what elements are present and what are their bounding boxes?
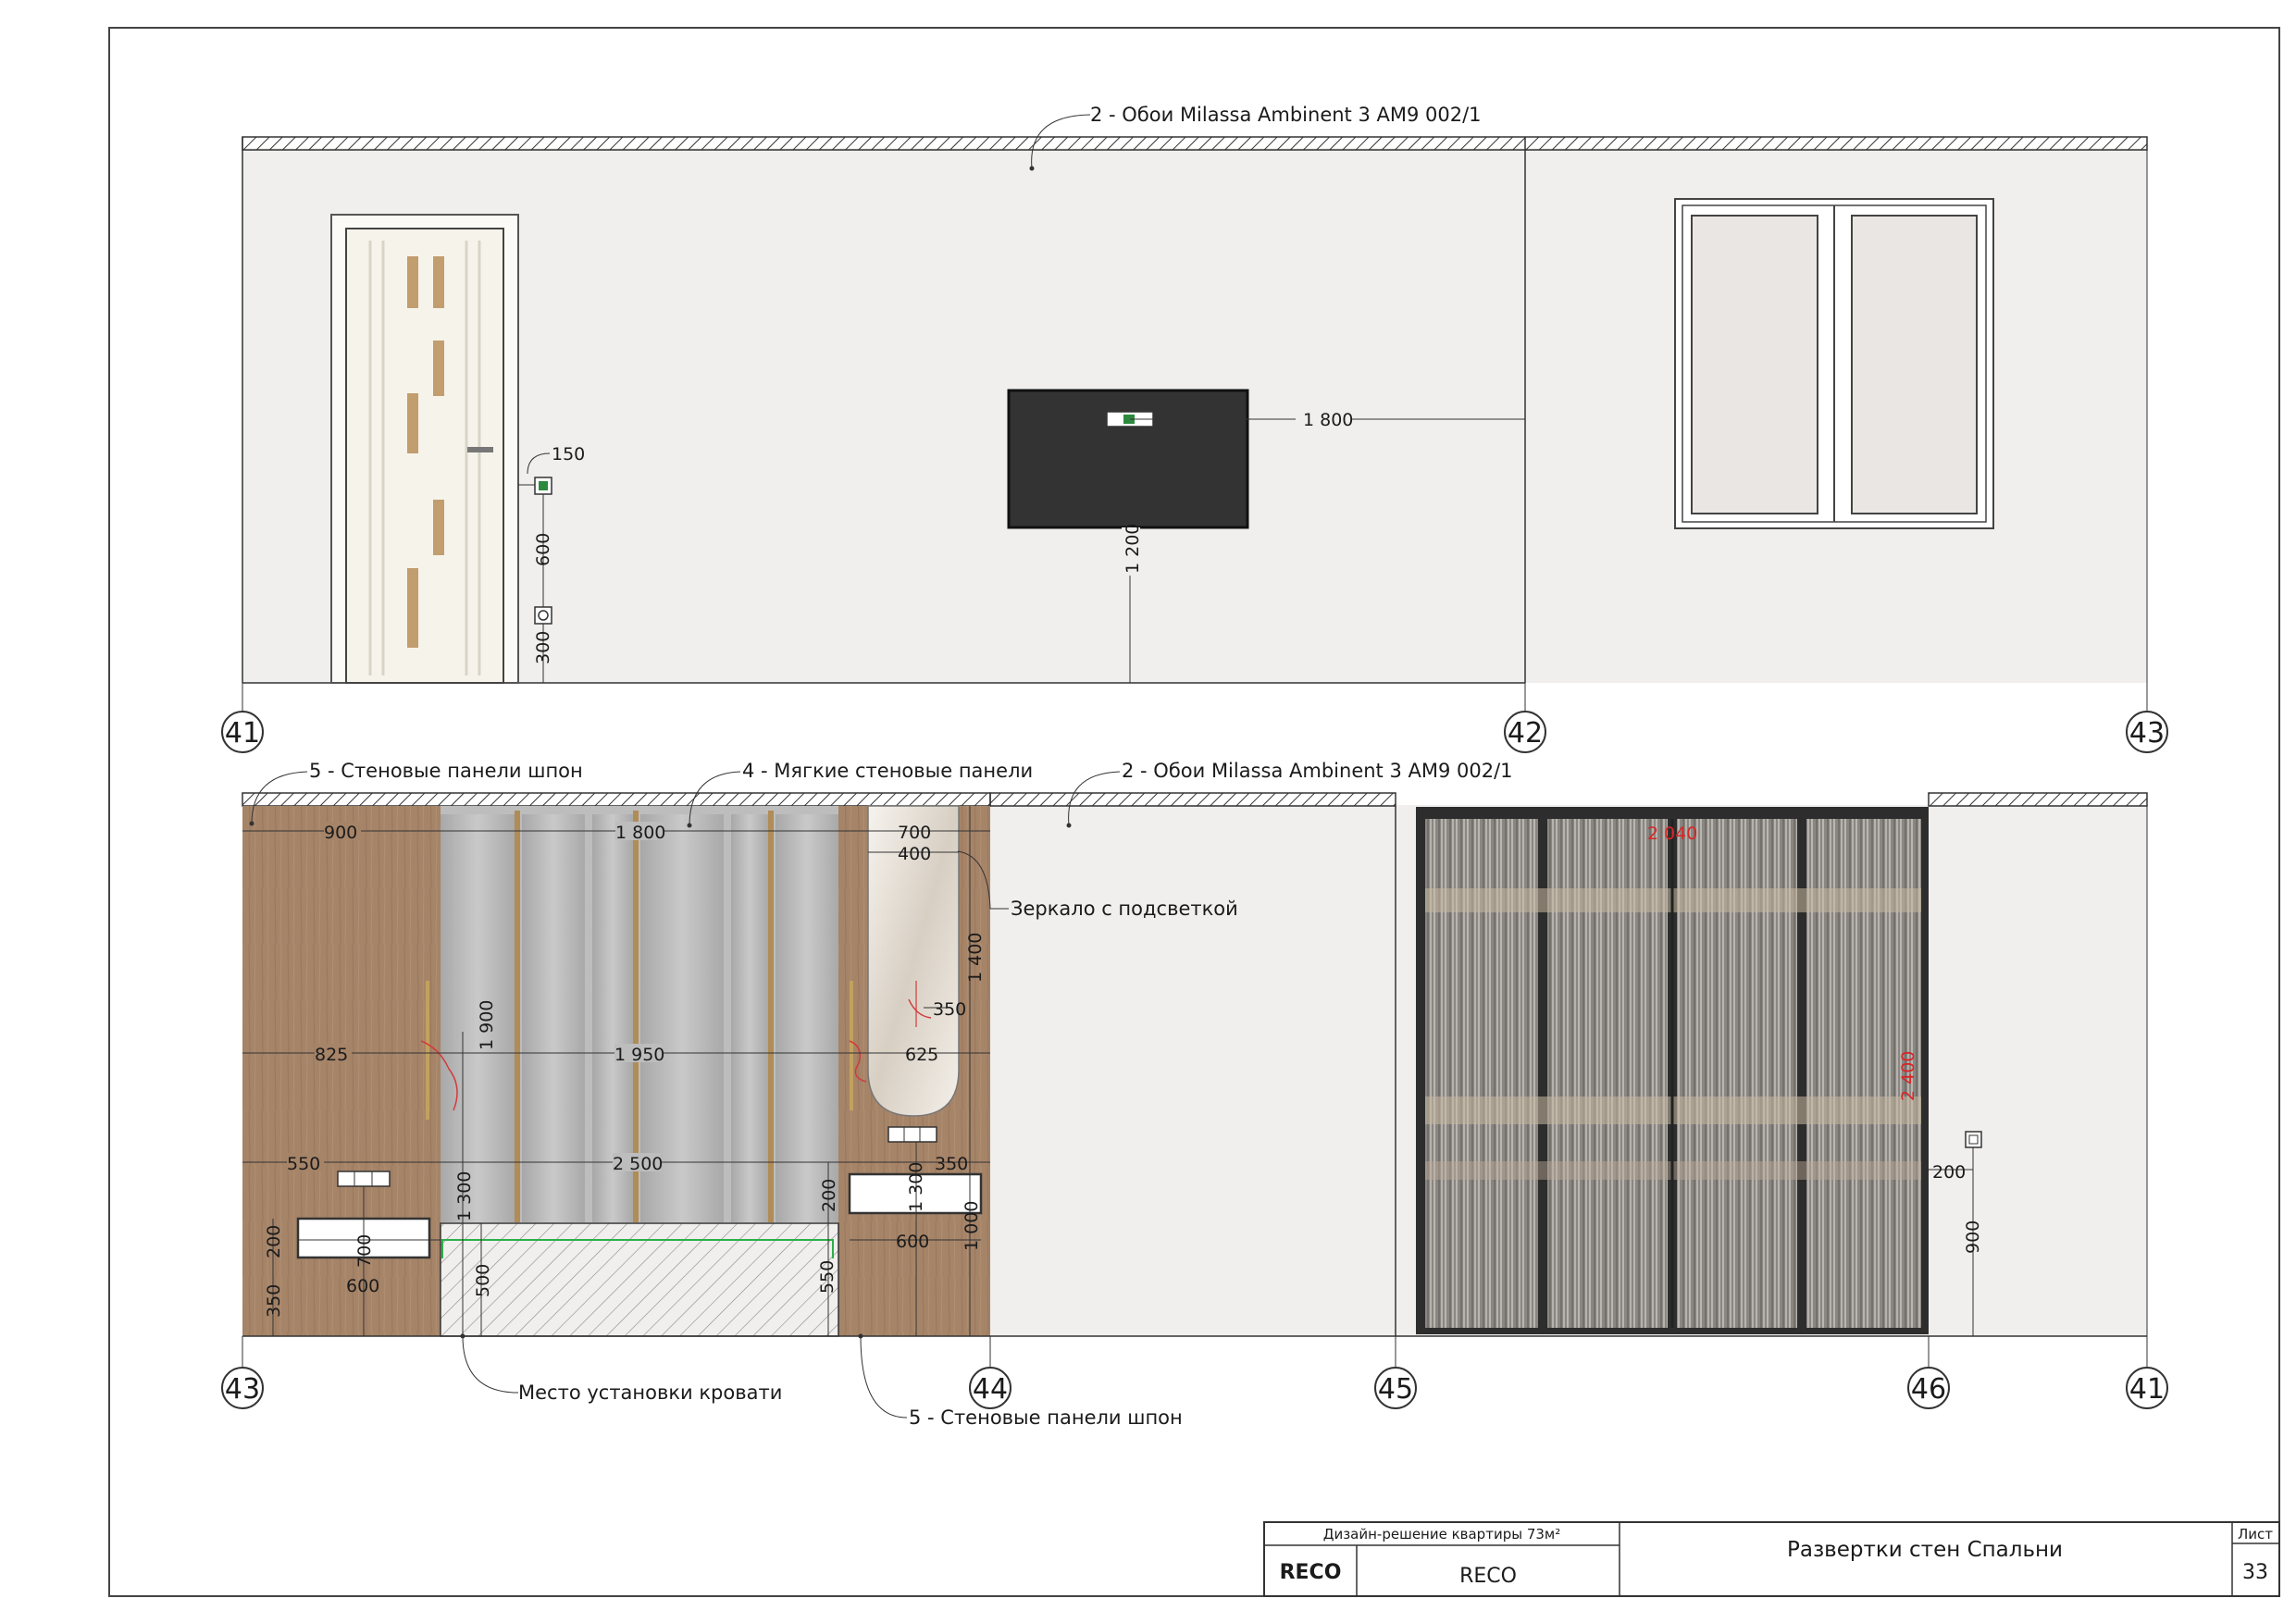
axis-b-46: 46 bbox=[1911, 1373, 1946, 1406]
dim-550b: 550 bbox=[817, 1260, 838, 1294]
door bbox=[330, 214, 519, 684]
title-sheet: Развертки стен Спальни bbox=[1787, 1538, 2063, 1562]
dim-1400: 1 400 bbox=[965, 933, 986, 983]
dim-500: 500 bbox=[473, 1264, 493, 1297]
dim-600a: 600 bbox=[346, 1276, 379, 1296]
dim-1300b: 1 300 bbox=[906, 1162, 926, 1212]
sockets-right-icon bbox=[887, 1126, 937, 1143]
label-veneer-panels-bottom: 5 - Стеновые панели шпон bbox=[909, 1406, 1183, 1429]
dim-900: 900 bbox=[324, 823, 357, 843]
title-project: Дизайн-решение квартиры 73м² bbox=[1323, 1526, 1561, 1542]
dim-350a: 350 bbox=[933, 999, 966, 1020]
dim-1000: 1 000 bbox=[962, 1201, 982, 1251]
dim-200b: 200 bbox=[819, 1179, 839, 1212]
label-soft-panels: 4 - Мягкие стеновые панели bbox=[742, 760, 1033, 782]
dim-550: 550 bbox=[287, 1154, 320, 1174]
dim-tv-offset: 1 800 bbox=[1303, 410, 1353, 430]
dim-700b: 700 bbox=[354, 1234, 375, 1268]
company-logo: RECO bbox=[1280, 1561, 1342, 1584]
title-sheet-number: 33 bbox=[2242, 1561, 2268, 1584]
wardrobe bbox=[1416, 807, 1929, 1334]
title-company: RECO bbox=[1459, 1565, 1517, 1588]
label-mirror: Зеркало с подсветкой bbox=[1011, 898, 1238, 920]
dim-1300a: 1 300 bbox=[454, 1171, 475, 1221]
label-bed-place: Место установки кровати bbox=[518, 1381, 782, 1404]
dim-1800: 1 800 bbox=[615, 823, 665, 843]
title-sheet-label: Лист bbox=[2238, 1526, 2273, 1542]
drawing-sheet: 150 600 300 1 800 1 200 2 - Обои Milassa… bbox=[108, 27, 2280, 1597]
dim-2500: 2 500 bbox=[613, 1154, 663, 1174]
sockets-left-icon bbox=[337, 1171, 391, 1187]
axis-41: 41 bbox=[225, 717, 260, 750]
dim-825: 825 bbox=[315, 1045, 348, 1065]
dim-switch-height: 600 bbox=[533, 533, 553, 566]
axis-b-45: 45 bbox=[1378, 1373, 1413, 1406]
axis-b-44: 44 bbox=[973, 1373, 1008, 1406]
label-veneer-panels-top: 5 - Стеновые панели шпон bbox=[309, 760, 583, 782]
dim-600b: 600 bbox=[896, 1232, 929, 1252]
tv bbox=[1007, 389, 1249, 529]
socket-icon bbox=[534, 606, 552, 625]
dim-tv-height: 1 200 bbox=[1123, 524, 1143, 574]
axis-43: 43 bbox=[2129, 717, 2165, 750]
dim-900b: 900 bbox=[1963, 1220, 1983, 1254]
label-wallpaper-top: 2 - Обои Milassa Ambinent 3 AM9 002/1 bbox=[1090, 104, 1482, 126]
dim-1900: 1 900 bbox=[477, 1000, 497, 1050]
dim-200c: 200 bbox=[1932, 1162, 1966, 1183]
label-wallpaper-bottom: 2 - Обои Milassa Ambinent 3 AM9 002/1 bbox=[1122, 760, 1513, 782]
door-handle bbox=[467, 447, 493, 452]
dim-socket-offset: 150 bbox=[552, 444, 585, 465]
window bbox=[1674, 198, 1994, 529]
dim-wardrobe-width: 2 040 bbox=[1647, 824, 1697, 844]
title-block: Дизайн-решение квартиры 73м² RECO RECO Р… bbox=[1263, 1521, 2280, 1597]
dim-400: 400 bbox=[898, 844, 931, 864]
dim-700: 700 bbox=[898, 823, 931, 843]
axis-b-43: 43 bbox=[225, 1373, 260, 1406]
dim-350c: 350 bbox=[264, 1284, 284, 1318]
axis-b-41: 41 bbox=[2129, 1373, 2165, 1406]
switch-right-icon bbox=[1965, 1131, 1982, 1148]
dim-350b: 350 bbox=[935, 1154, 968, 1174]
bottom-elevation: 2 040 2 400 200 900 900 1 800 700 400 1 … bbox=[221, 760, 2168, 1429]
dim-1950: 1 950 bbox=[614, 1045, 664, 1065]
top-ceiling-hatch bbox=[242, 136, 2148, 151]
dim-625: 625 bbox=[905, 1045, 938, 1065]
dim-socket-height: 300 bbox=[533, 631, 553, 664]
dim-200a: 200 bbox=[264, 1225, 284, 1258]
axis-42: 42 bbox=[1508, 717, 1543, 750]
dim-wardrobe-height: 2 400 bbox=[1898, 1051, 1918, 1101]
top-elevation: 150 600 300 1 800 1 200 2 - Обои Milassa… bbox=[221, 104, 2168, 753]
